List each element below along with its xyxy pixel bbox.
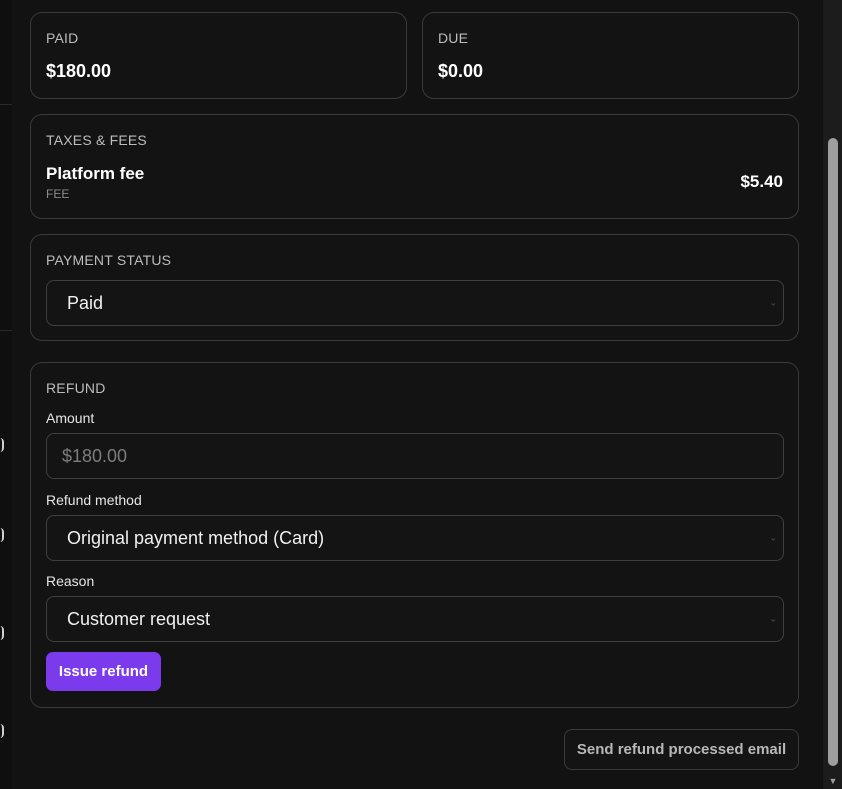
refund-label: REFUND xyxy=(46,380,106,396)
background-glyph xyxy=(0,438,4,452)
order-payment-panel: PAID $180.00 DUE $0.00 TAXES & FEES Plat… xyxy=(12,0,823,789)
refund-amount-input[interactable]: $180.00 xyxy=(46,433,784,479)
chevron-down-icon: ⌄ xyxy=(769,613,777,624)
payment-status-card: PAYMENT STATUS Paid ⌄ xyxy=(30,234,799,341)
amount-label: Amount xyxy=(46,410,95,426)
send-refund-email-button[interactable]: Send refund processed email xyxy=(564,729,799,770)
issue-refund-button[interactable]: Issue refund xyxy=(46,652,161,691)
background-glyph xyxy=(0,528,4,542)
background-glyph xyxy=(0,724,4,738)
vertical-scrollbar[interactable]: ▼ xyxy=(823,0,842,789)
fee-name: Platform fee xyxy=(46,164,145,183)
refund-reason-value: Customer request xyxy=(67,608,211,629)
refund-method-label: Refund method xyxy=(46,492,142,508)
paid-amount: $180.00 xyxy=(46,61,112,81)
refund-amount-placeholder: $180.00 xyxy=(62,445,128,466)
fee-type: FEE xyxy=(46,187,70,201)
background-page-edge xyxy=(0,0,12,789)
refund-method-value: Original payment method (Card) xyxy=(67,527,325,548)
due-label: DUE xyxy=(438,30,469,46)
refund-card: REFUND Amount $180.00 Refund method Orig… xyxy=(30,362,799,708)
scrollbar-thumb[interactable] xyxy=(828,138,838,766)
fee-amount: $5.40 xyxy=(740,172,783,191)
refund-method-select[interactable]: Original payment method (Card) ⌄ xyxy=(46,515,784,561)
refund-panel-screen: PAID $180.00 DUE $0.00 TAXES & FEES Plat… xyxy=(0,0,842,789)
scroll-down-arrow-icon[interactable]: ▼ xyxy=(828,776,838,786)
background-glyph xyxy=(0,626,4,640)
taxes-fees-label: TAXES & FEES xyxy=(46,132,147,148)
payment-status-select[interactable]: Paid ⌄ xyxy=(46,280,784,326)
paid-card: PAID $180.00 xyxy=(30,12,407,99)
reason-label: Reason xyxy=(46,573,95,589)
taxes-fees-card: TAXES & FEES Platform fee FEE $5.40 xyxy=(30,114,799,219)
payment-status-label: PAYMENT STATUS xyxy=(46,252,172,268)
due-card: DUE $0.00 xyxy=(422,12,799,99)
payment-status-value: Paid xyxy=(67,292,104,313)
background-divider xyxy=(0,330,12,331)
due-amount: $0.00 xyxy=(438,61,484,81)
chevron-down-icon: ⌄ xyxy=(769,297,777,308)
background-divider xyxy=(0,104,12,105)
chevron-down-icon: ⌄ xyxy=(769,532,777,543)
paid-label: PAID xyxy=(46,30,79,46)
refund-reason-select[interactable]: Customer request ⌄ xyxy=(46,596,784,642)
